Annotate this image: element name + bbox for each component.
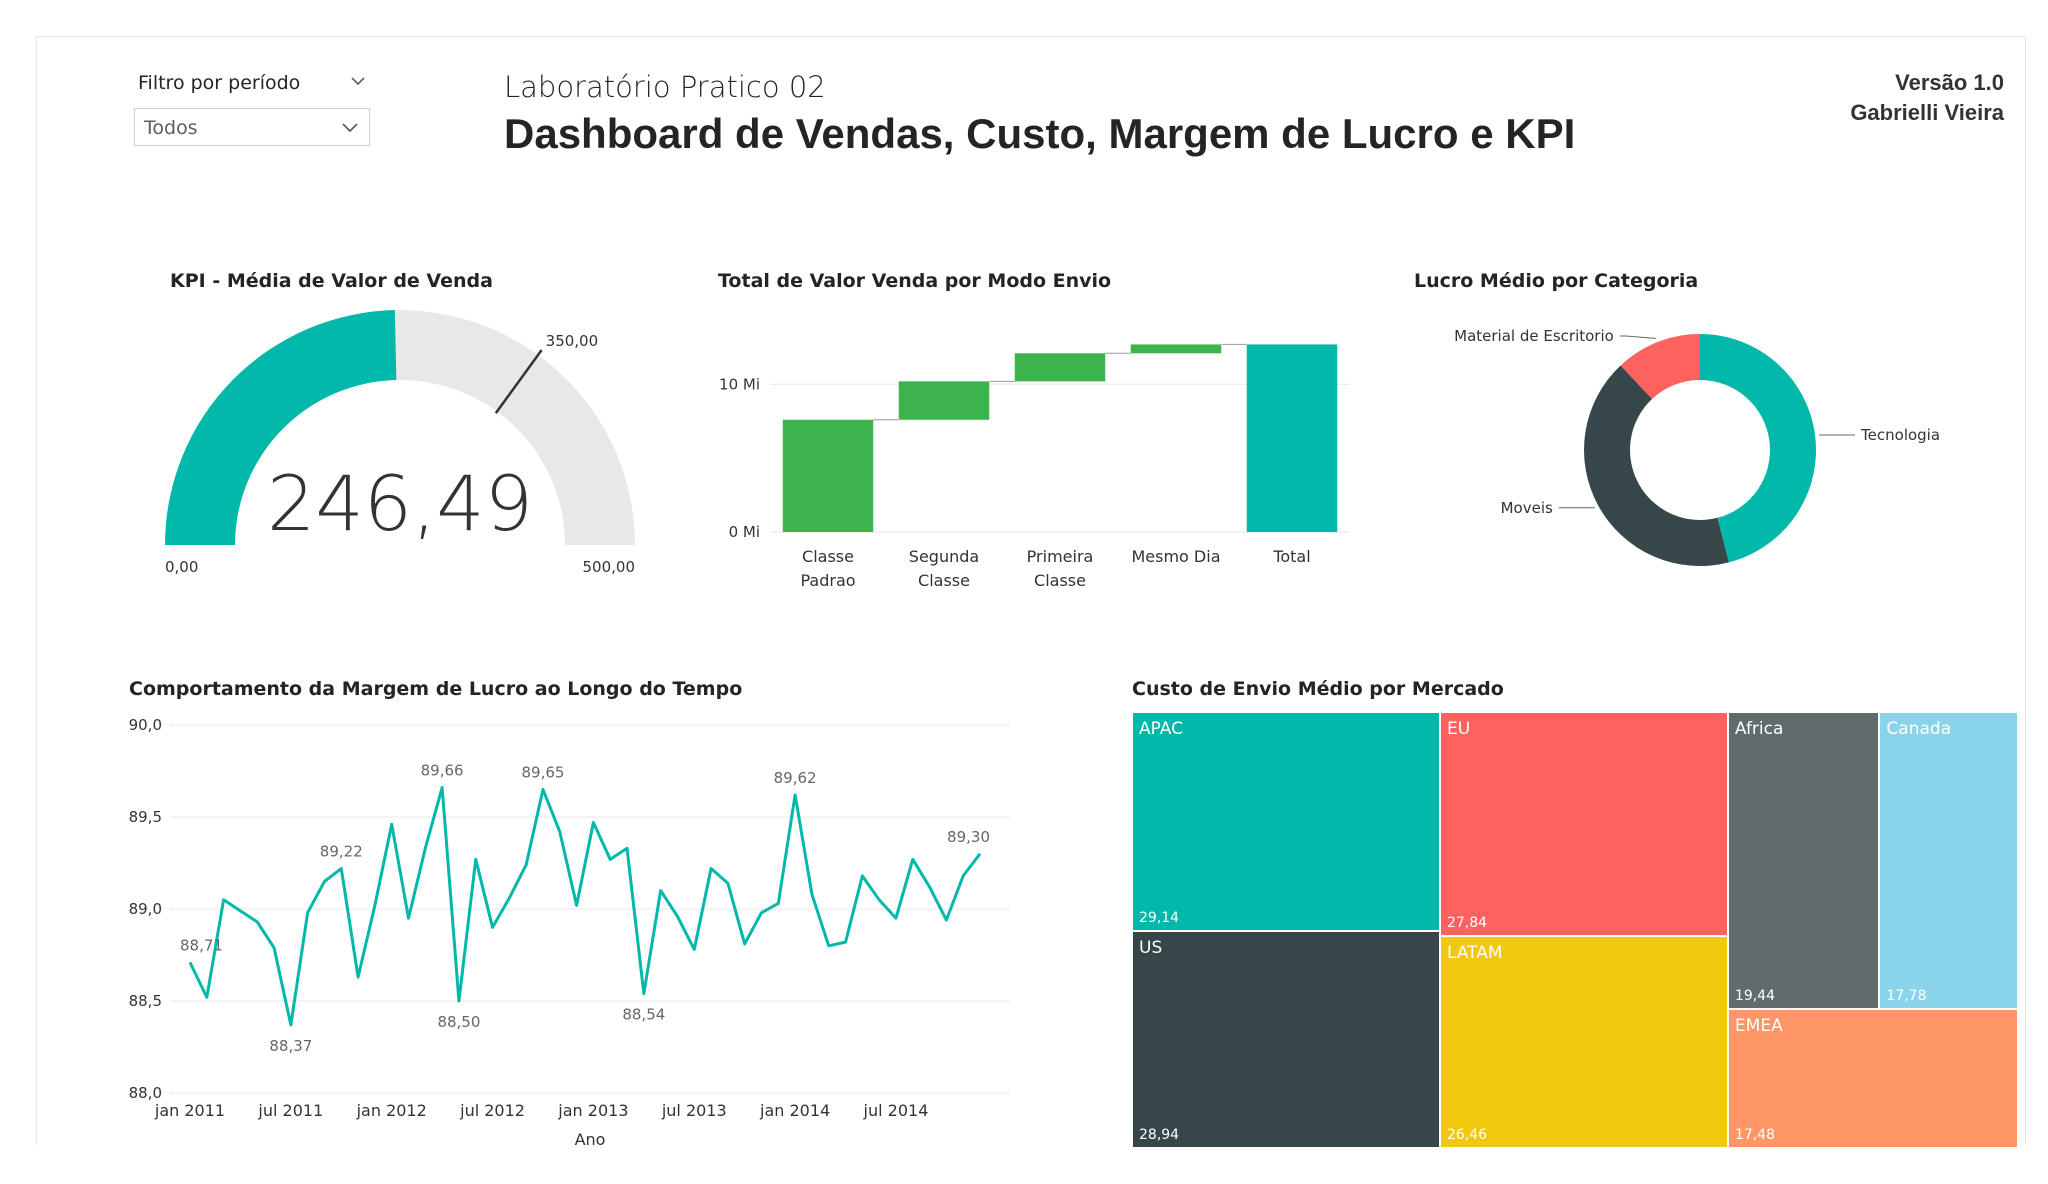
version-label: Versão 1.0 — [1895, 70, 2004, 95]
treemap-tile-value: 29,14 — [1139, 909, 1180, 926]
treemap-tile-africa[interactable]: Africa 19,44 — [1727, 712, 1880, 1009]
treemap-tile-label: LATAM — [1446, 942, 1503, 963]
treemap-tile-latam[interactable]: LATAM 26,46 — [1439, 935, 1728, 1148]
donut-slice-label: Material de Escritorio — [1454, 327, 1614, 345]
waterfall-bar — [1130, 344, 1222, 354]
line-chart[interactable]: 88,0 88,5 89,0 89,5 90,0 jan 2011 jul 2011 jan … — [110, 710, 1040, 1150]
line-y-tick: 88,0 — [129, 1084, 162, 1102]
gauge-value: 246,49 — [267, 459, 533, 548]
line-data-label: 88,54 — [622, 1006, 665, 1024]
line-y-tick: 88,5 — [129, 992, 162, 1010]
line-series — [188, 786, 982, 1027]
treemap-tile-label: Canada — [1886, 719, 1952, 739]
donut-slice-label: Moveis — [1501, 499, 1553, 517]
waterfall-bar — [1014, 353, 1106, 382]
waterfall-bar — [1246, 344, 1338, 532]
waterfall-category-label: Classe — [1034, 571, 1086, 590]
treemap-chart[interactable]: APAC 29,14 US 28,94 EU 27,84 LATAM 26,46 Africa 1… — [1132, 712, 2018, 1148]
waterfall-y-tick: 10 Mi — [719, 375, 760, 393]
report-title: Dashboard de Vendas, Custo, Margem de Lu… — [504, 110, 1576, 157]
line-data-label: 89,30 — [947, 828, 990, 846]
filter-label: Filtro por período — [138, 72, 301, 94]
line-data-label: 88,71 — [180, 936, 223, 954]
line-y-tick: 89,0 — [129, 900, 162, 918]
line-title: Comportamento da Margem de Lucro ao Long… — [129, 678, 743, 700]
waterfall-title: Total de Valor Venda por Modo Envio — [718, 270, 1112, 292]
treemap-tile-canada[interactable]: Canada 17,78 — [1879, 712, 2018, 1009]
treemap-title: Custo de Envio Médio por Mercado — [1132, 678, 1504, 700]
treemap-tile-us[interactable]: US 28,94 — [1132, 930, 1440, 1148]
waterfall-bar — [782, 419, 874, 532]
line-data-label: 89,65 — [522, 763, 565, 781]
gauge-title: KPI - Média de Valor de Venda — [170, 270, 493, 292]
treemap-tile-eu[interactable]: EU 27,84 — [1439, 712, 1728, 936]
waterfall-bar — [898, 381, 990, 420]
treemap-tile-label: EU — [1446, 719, 1471, 739]
treemap-tile-label: US — [1139, 937, 1163, 958]
author-label: Gabrielli Vieira — [1850, 100, 2004, 125]
kpi-gauge[interactable]: 350,00 246,49 0,00 500,00 — [150, 300, 670, 590]
treemap-tile-value: 28,94 — [1139, 1126, 1180, 1143]
gauge-min-label: 0,00 — [165, 558, 198, 576]
line-y-tick: 89,5 — [129, 808, 162, 826]
waterfall-category-label: Total — [1272, 547, 1310, 566]
line-data-label: 89,66 — [421, 762, 464, 780]
line-x-tick: jan 2013 — [557, 1101, 628, 1120]
treemap-tile-label: EMEA — [1734, 1015, 1783, 1036]
line-data-label: 89,22 — [320, 843, 363, 861]
line-y-tick: 90,0 — [129, 716, 162, 734]
chevron-down-icon[interactable] — [347, 70, 369, 92]
treemap-tile-value: 26,46 — [1446, 1126, 1488, 1143]
waterfall-category-label: Mesmo Dia — [1131, 547, 1220, 566]
line-x-tick: jul 2011 — [257, 1101, 323, 1120]
donut-chart[interactable]: Tecnologia Moveis Material de Escritorio — [1450, 300, 2010, 590]
line-x-tick: jul 2012 — [459, 1101, 525, 1120]
donut-slice-label: Tecnologia — [1860, 426, 1940, 444]
donut-slice — [1584, 365, 1729, 566]
treemap-tile-value: 17,78 — [1886, 987, 1927, 1004]
line-data-label: 88,37 — [269, 1037, 312, 1055]
donut-title: Lucro Médio por Categoria — [1414, 270, 1699, 292]
treemap-tile-value: 19,44 — [1734, 987, 1776, 1004]
treemap-tile-value: 17,48 — [1734, 1126, 1776, 1143]
treemap-tile-emea[interactable]: EMEA 17,48 — [1727, 1008, 2018, 1148]
waterfall-chart[interactable]: 0 Mi 10 Mi Classe Padrao Segunda Classe Primei… — [700, 300, 1370, 610]
waterfall-category-label: Classe — [918, 571, 970, 590]
gauge-max-label: 500,00 — [583, 558, 636, 576]
period-filter-value: Todos — [144, 117, 198, 139]
line-x-tick: jan 2012 — [356, 1101, 427, 1120]
treemap-tile-apac[interactable]: APAC 29,14 — [1132, 712, 1440, 931]
waterfall-y-tick: 0 Mi — [729, 523, 760, 541]
line-data-label: 88,50 — [437, 1013, 480, 1031]
period-filter-dropdown[interactable]: Todos — [134, 108, 370, 146]
line-x-tick: jul 2013 — [661, 1101, 727, 1120]
report-subtitle: Laboratório Pratico 02 — [504, 70, 826, 104]
waterfall-category-label: Segunda — [909, 547, 979, 566]
line-x-axis-label: Ano — [575, 1130, 606, 1149]
treemap-tile-label: APAC — [1139, 719, 1183, 739]
waterfall-category-label: Classe — [802, 547, 854, 566]
line-x-tick: jul 2014 — [863, 1101, 929, 1120]
treemap-tile-value: 27,84 — [1446, 914, 1488, 931]
waterfall-category-label: Primeira — [1027, 547, 1094, 566]
gauge-target-label: 350,00 — [546, 332, 599, 350]
treemap-tile-label: Africa — [1734, 719, 1784, 739]
line-x-tick: jan 2014 — [759, 1101, 830, 1120]
donut-leader-line — [1619, 335, 1656, 339]
line-data-label: 89,62 — [774, 769, 817, 787]
line-x-tick: jan 2011 — [154, 1101, 225, 1120]
chevron-down-icon — [342, 123, 358, 133]
waterfall-category-label: Padrao — [800, 571, 855, 590]
